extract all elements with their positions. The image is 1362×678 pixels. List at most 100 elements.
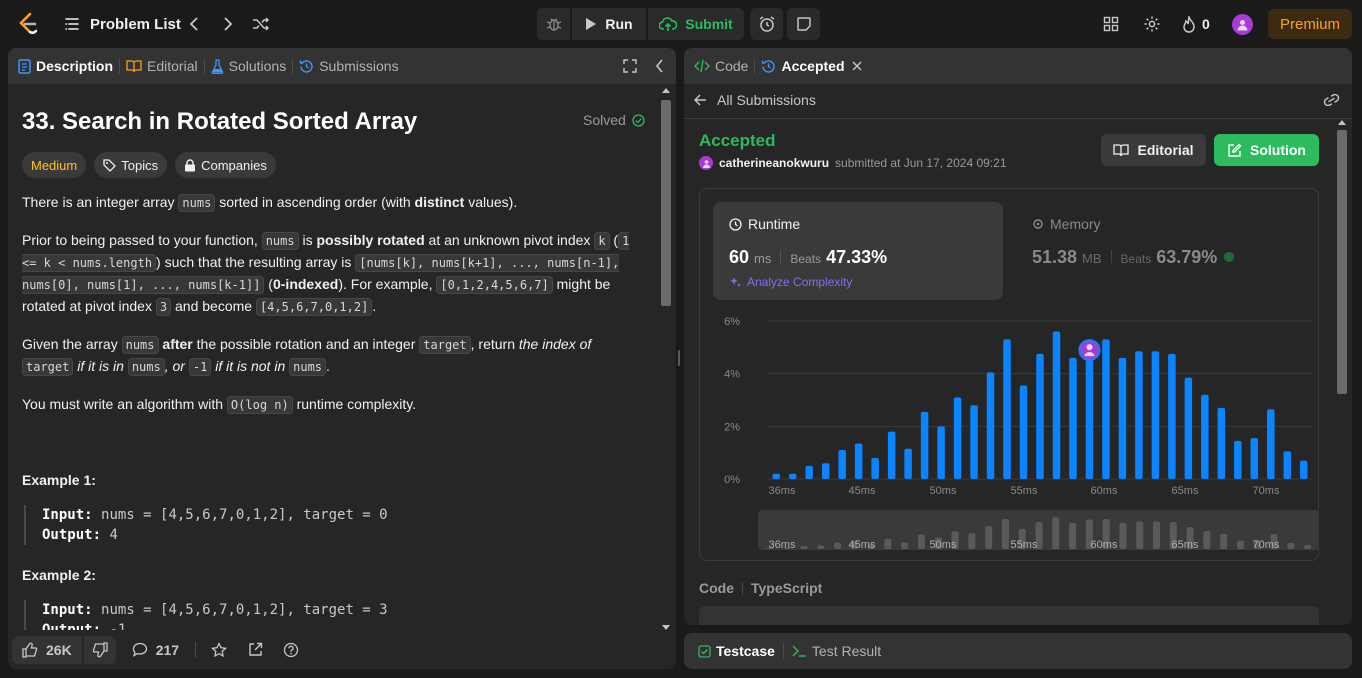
memory-value: 51.38	[1032, 247, 1078, 267]
footer-divider	[195, 641, 197, 658]
tab-editorial[interactable]: Editorial	[126, 48, 198, 84]
share-external-icon[interactable]	[246, 641, 264, 659]
description-scrollbar[interactable]	[660, 88, 672, 630]
dislike-button[interactable]	[83, 635, 116, 664]
maximize-icon[interactable]	[622, 58, 638, 74]
bar	[953, 397, 962, 479]
x-tick-label: 50ms	[930, 485, 957, 497]
comments-button[interactable]: 217	[132, 642, 179, 658]
problem-list-label: Problem List	[90, 15, 181, 33]
runtime-tile[interactable]: Runtime 60 ms Beats 47.33% Analyze Compl…	[713, 202, 1003, 300]
like-button[interactable]: 26K	[12, 635, 82, 664]
leetcode-logo-icon[interactable]	[16, 12, 40, 36]
submission-scrollbar[interactable]	[1336, 118, 1348, 625]
scroll-thumb[interactable]	[1337, 130, 1347, 394]
prev-problem-chevron-left-icon[interactable]	[184, 14, 204, 34]
memory-tile[interactable]: Memory 51.38 MB Beats 63.79%	[1018, 202, 1308, 300]
cloud-upload-icon	[659, 16, 678, 32]
streak-counter[interactable]: 0	[1182, 14, 1210, 34]
topics-label: Topics	[121, 157, 159, 173]
runtime-distribution-chart[interactable]: 0% 2% 4% 6% 36ms 45ms 50ms 55ms 60ms 65ms 70ms 36ms…	[700, 309, 1318, 559]
debug-bug-icon[interactable]	[537, 8, 570, 40]
collapse-chevron-left-icon[interactable]	[651, 58, 667, 74]
all-submissions-link[interactable]: All Submissions	[694, 92, 816, 108]
note-icon[interactable]	[787, 8, 820, 40]
runtime-label: Runtime	[748, 216, 801, 232]
range-bar	[800, 546, 808, 549]
stats-card: Runtime 60 ms Beats 47.33% Analyze Compl…	[699, 188, 1319, 561]
analyze-complexity-label: Analyze Complexity	[747, 275, 853, 289]
range-bar	[917, 534, 925, 549]
tab-test-result[interactable]: Test Result	[792, 633, 881, 669]
description-paragraph: There is an integer array nums sorted in…	[22, 194, 518, 212]
analyze-complexity-link[interactable]: Analyze Complexity	[729, 275, 852, 289]
tab-submissions-label: Submissions	[319, 58, 399, 74]
description-panel: Description Editorial Solutions Submissi…	[8, 48, 676, 669]
sparkle-icon	[729, 276, 742, 289]
document-icon	[18, 58, 31, 74]
avatar[interactable]	[1232, 14, 1253, 35]
bar	[788, 473, 797, 479]
solution-button[interactable]: Solution	[1214, 134, 1319, 166]
tab-code[interactable]: Code	[694, 48, 748, 84]
bar	[821, 463, 830, 479]
panel-resize-handle[interactable]	[678, 350, 680, 366]
scroll-up-arrow[interactable]	[662, 88, 670, 93]
tab-testcase[interactable]: Testcase	[698, 633, 775, 669]
run-button[interactable]: Run	[572, 8, 646, 40]
runtime-unit: ms	[754, 251, 772, 266]
tab-test-result-label: Test Result	[811, 643, 882, 659]
code-block	[699, 606, 1319, 625]
star-icon[interactable]	[210, 641, 228, 659]
comment-count: 217	[155, 641, 180, 658]
x-tick-label: 70ms	[1253, 485, 1280, 497]
scroll-up-arrow[interactable]	[1338, 120, 1346, 125]
settings-gear-icon[interactable]	[1141, 14, 1163, 34]
range-bar	[1001, 518, 1009, 549]
problem-description: There is an integer array nums sorted in…	[22, 192, 642, 660]
example-1-output: 4	[109, 527, 118, 543]
next-problem-chevron-right-icon[interactable]	[218, 14, 238, 34]
tab-accepted[interactable]: Accepted	[761, 48, 861, 84]
topics-badge[interactable]: Topics	[94, 152, 168, 178]
tab-solutions-label: Solutions	[228, 58, 287, 74]
alarm-clock-icon[interactable]	[750, 8, 783, 40]
tab-description[interactable]: Description	[18, 48, 113, 84]
tab-divider	[292, 58, 294, 74]
submit-button[interactable]: Submit	[648, 8, 744, 40]
bar	[1283, 451, 1292, 479]
bar	[1019, 385, 1028, 479]
solution-label: Solution	[1250, 142, 1306, 158]
user-avatar[interactable]	[699, 156, 713, 170]
x-tick-label: 65ms	[1172, 485, 1199, 497]
layout-grid-icon[interactable]	[1100, 14, 1122, 34]
bar	[1036, 353, 1044, 479]
bar	[937, 426, 945, 479]
problem-list-button[interactable]: Problem List	[64, 14, 181, 34]
arrow-left-icon	[694, 94, 707, 106]
problem-title: 33. Search in Rotated Sorted Array	[22, 108, 418, 135]
help-question-icon[interactable]	[282, 641, 300, 659]
range-tick-label: 60ms	[1091, 539, 1118, 551]
tab-divider	[203, 58, 205, 74]
shuffle-icon[interactable]	[250, 14, 272, 34]
bar	[1118, 357, 1127, 479]
username-link[interactable]: catherineanokwuru	[719, 156, 829, 170]
code-tabbar: Code Accepted	[684, 48, 1352, 84]
range-bar	[834, 542, 842, 549]
tab-submissions[interactable]: Submissions	[299, 48, 399, 84]
avatar-head	[1086, 344, 1093, 351]
bar	[854, 443, 863, 479]
scroll-thumb[interactable]	[661, 100, 671, 306]
companies-badge[interactable]: Companies	[175, 152, 276, 178]
runtime-value: 60	[729, 247, 750, 267]
tab-solutions[interactable]: Solutions	[211, 48, 287, 84]
range-bar	[985, 526, 993, 549]
close-tab-icon[interactable]	[852, 61, 862, 71]
editorial-button[interactable]: Editorial	[1101, 134, 1206, 166]
solved-label: Solved	[583, 112, 626, 128]
example-input-label: Input:	[42, 507, 93, 523]
all-submissions-label: All Submissions	[717, 92, 816, 108]
premium-button[interactable]: Premium	[1268, 9, 1352, 39]
copy-link-icon[interactable]	[1322, 92, 1340, 108]
